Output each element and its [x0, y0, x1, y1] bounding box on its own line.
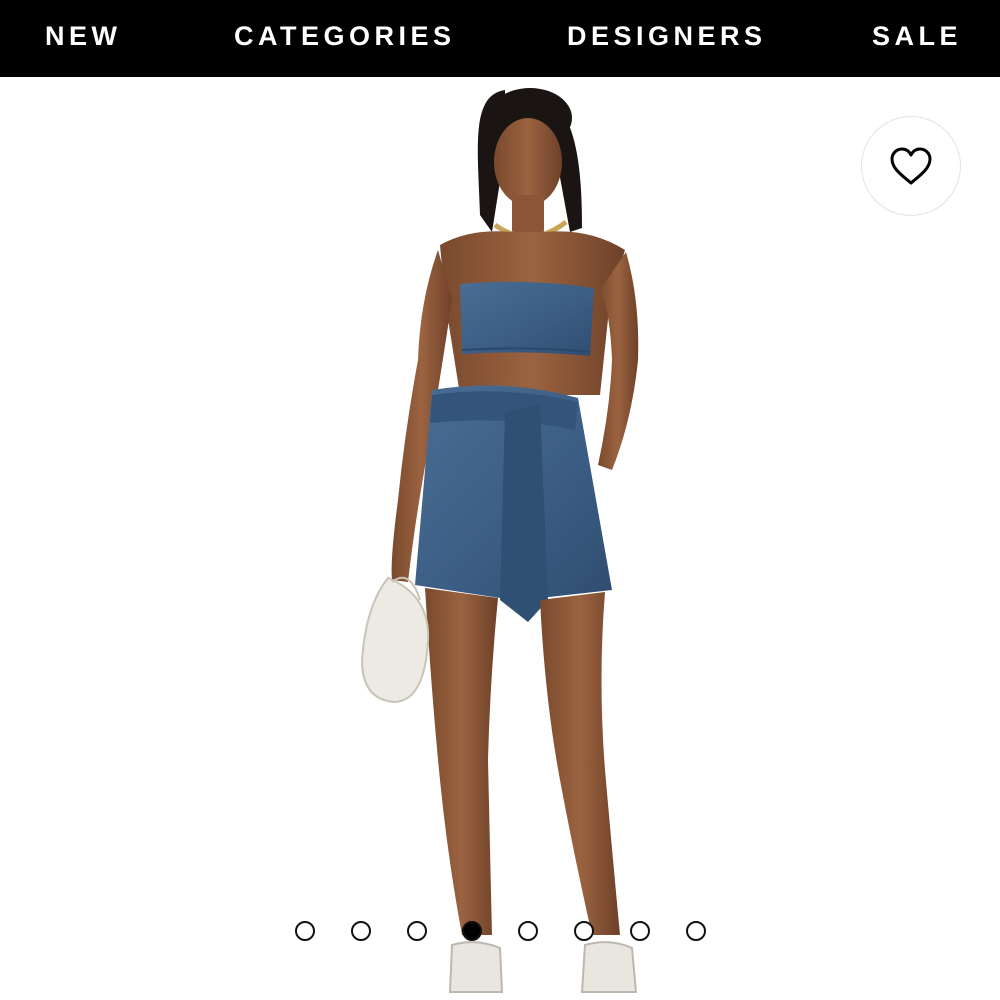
- carousel-dot[interactable]: [630, 921, 650, 941]
- carousel-dot[interactable]: [686, 921, 706, 941]
- top-navigation-bar: NEW CATEGORIES DESIGNERS SALE: [0, 0, 1000, 77]
- product-image[interactable]: [0, 77, 1000, 1000]
- carousel-dot[interactable]: [295, 921, 315, 941]
- carousel-dot[interactable]: [518, 921, 538, 941]
- nav-item-sale[interactable]: SALE: [872, 18, 962, 54]
- carousel-dot[interactable]: [407, 921, 427, 941]
- nav-item-categories[interactable]: CATEGORIES: [234, 18, 456, 54]
- carousel-dot[interactable]: [574, 921, 594, 941]
- product-page: NEW CATEGORIES DESIGNERS SALE: [0, 0, 1000, 1000]
- product-photo: [360, 88, 639, 993]
- heart-outline-icon: [890, 147, 932, 185]
- carousel-dot[interactable]: [351, 921, 371, 941]
- carousel-dot-active[interactable]: [462, 921, 482, 941]
- nav-item-new[interactable]: NEW: [45, 18, 122, 54]
- nav-item-designers[interactable]: DESIGNERS: [567, 18, 767, 54]
- wishlist-button[interactable]: [861, 116, 961, 216]
- carousel-dots: [0, 921, 1000, 943]
